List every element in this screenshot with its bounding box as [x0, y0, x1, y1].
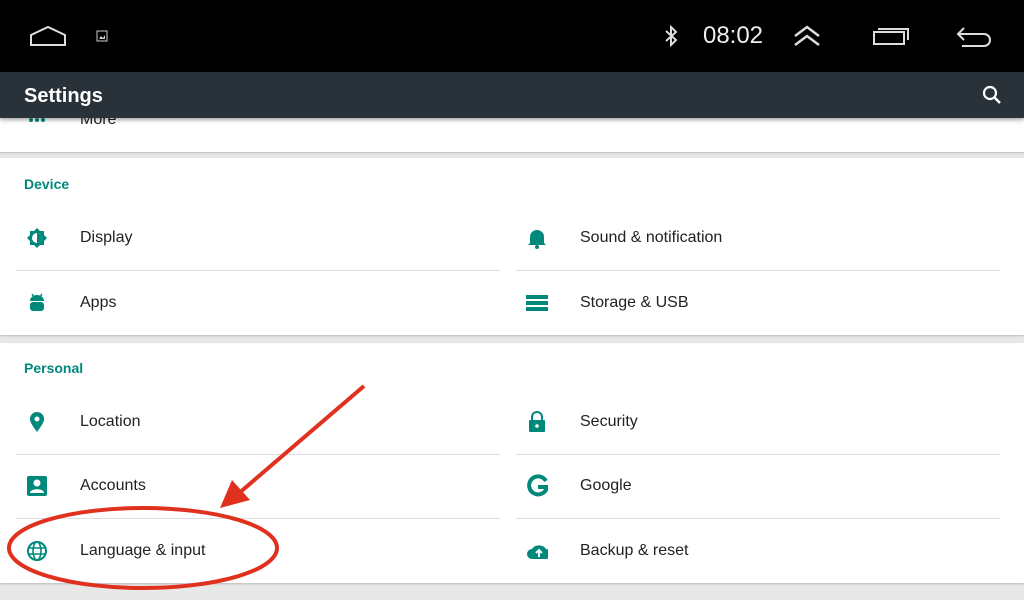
device-section: Device Display Sound & notification Apps… — [0, 158, 1024, 335]
item-label: Apps — [80, 294, 117, 311]
item-label: Location — [80, 413, 141, 430]
status-bar: 08:02 — [0, 0, 1024, 72]
expand-up-icon[interactable] — [790, 0, 824, 72]
settings-item-sound[interactable]: Sound & notification — [516, 206, 1000, 270]
settings-item-security[interactable]: Security — [516, 390, 1000, 454]
settings-item-backup[interactable]: Backup & reset — [516, 519, 1000, 583]
personal-section: Personal Location Security Accounts Goog… — [0, 343, 1024, 583]
app-toolbar: Settings — [0, 72, 1024, 118]
location-pin-icon — [26, 411, 48, 433]
item-label: Security — [580, 413, 638, 430]
clock: 08:02 — [702, 22, 764, 49]
brightness-icon — [26, 227, 48, 249]
home-icon[interactable] — [24, 0, 72, 72]
settings-item-accounts[interactable]: Accounts — [16, 454, 500, 518]
cloud-upload-icon — [526, 540, 548, 562]
item-label: Language & input — [80, 542, 206, 559]
item-label: Display — [80, 229, 133, 246]
image-notification-icon — [92, 0, 112, 72]
page-title: Settings — [24, 85, 103, 107]
search-icon[interactable] — [980, 83, 1004, 107]
account-icon — [26, 475, 48, 497]
back-icon[interactable] — [952, 0, 996, 72]
lock-icon — [526, 411, 548, 433]
settings-item-location[interactable]: Location — [16, 390, 500, 454]
item-label: Google — [580, 477, 632, 494]
item-label: Accounts — [80, 477, 146, 494]
section-header: Personal — [24, 360, 84, 376]
settings-item-display[interactable]: Display — [16, 206, 500, 270]
bell-icon — [526, 227, 548, 249]
bluetooth-icon — [660, 0, 682, 72]
section-header: Device — [24, 176, 70, 192]
recent-apps-icon[interactable] — [870, 0, 912, 72]
settings-item-storage[interactable]: Storage & USB — [516, 271, 1000, 335]
item-label: Backup & reset — [580, 542, 689, 559]
globe-icon — [26, 540, 48, 562]
settings-item-language[interactable]: Language & input — [16, 519, 500, 583]
settings-item-apps[interactable]: Apps — [16, 271, 500, 335]
storage-icon — [526, 292, 548, 314]
item-label: Sound & notification — [580, 229, 723, 246]
android-icon — [26, 292, 48, 314]
item-label: Storage & USB — [580, 294, 689, 311]
settings-item-google[interactable]: Google — [516, 454, 1000, 518]
google-g-icon — [526, 474, 548, 497]
